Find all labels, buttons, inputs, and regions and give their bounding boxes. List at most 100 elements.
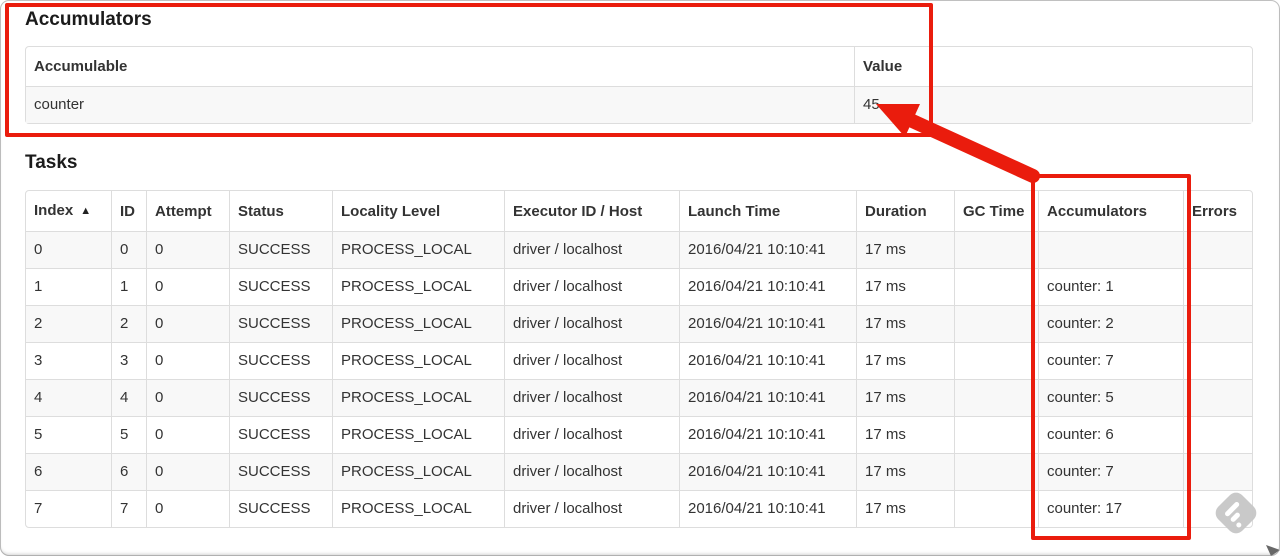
table-cell: driver / localhost [504,490,679,527]
table-cell: 4 [26,379,111,416]
table-cell: driver / localhost [504,268,679,305]
column-header-label: Executor ID / Host [513,202,643,220]
accumulators-header-row: Accumulable Value [26,47,1252,86]
table-cell: 2016/04/21 10:10:41 [679,490,856,527]
table-cell: 2016/04/21 10:10:41 [679,268,856,305]
column-header-label: Locality Level [341,202,441,220]
table-cell: driver / localhost [504,305,679,342]
table-cell: PROCESS_LOCAL [332,231,504,268]
cursor-arrow [1266,545,1280,556]
table-cell: 1 [111,268,146,305]
table-cell [954,305,1038,342]
table-cell [954,379,1038,416]
table-cell [954,342,1038,379]
table-row: 6 6 0 SUCCESS PROCESS_LOCAL driver / localhos… [26,453,1252,490]
column-header-accumulators[interactable]: Accumulators [1038,191,1183,231]
table-cell: driver / localhost [504,453,679,490]
table-cell: PROCESS_LOCAL [332,416,504,453]
table-cell: SUCCESS [229,453,332,490]
table-cell: driver / localhost [504,379,679,416]
tasks-section-heading: Tasks [25,152,78,173]
table-cell: SUCCESS [229,231,332,268]
table-cell: counter: 17 [1038,490,1183,527]
table-cell: SUCCESS [229,305,332,342]
column-header-label: Accumulators [1047,202,1148,220]
column-header-id[interactable]: ID [111,191,146,231]
column-header-gc-time[interactable]: GC Time [954,191,1038,231]
table-cell: 2016/04/21 10:10:41 [679,231,856,268]
table-cell: driver / localhost [504,342,679,379]
table-row: 1 1 0 SUCCESS PROCESS_LOCAL driver / localhos… [26,268,1252,305]
table-cell [1183,342,1252,379]
table-cell: SUCCESS [229,490,332,527]
table-row: 7 7 0 SUCCESS PROCESS_LOCAL driver / localhos… [26,490,1252,527]
column-header-attempt[interactable]: Attempt [146,191,229,231]
table-cell: PROCESS_LOCAL [332,379,504,416]
table-cell: 4 [111,379,146,416]
table-cell: 7 [111,490,146,527]
table-cell: SUCCESS [229,379,332,416]
table-cell: counter [26,86,854,123]
table-cell: 2016/04/21 10:10:41 [679,453,856,490]
table-cell: driver / localhost [504,231,679,268]
column-header-label: GC Time [963,202,1025,220]
table-cell: 0 [146,379,229,416]
column-header-label: Status [238,202,284,220]
table-row: 3 3 0 SUCCESS PROCESS_LOCAL driver / localhos… [26,342,1252,379]
table-cell: 0 [146,453,229,490]
table-cell: 3 [111,342,146,379]
table-cell: SUCCESS [229,416,332,453]
table-cell: PROCESS_LOCAL [332,453,504,490]
column-header-value[interactable]: Value [854,47,1252,86]
column-header-label: Errors [1192,202,1238,220]
table-cell: 6 [26,453,111,490]
table-row: 4 4 0 SUCCESS PROCESS_LOCAL driver / localhos… [26,379,1252,416]
table-cell [1183,231,1252,268]
column-header-locality-level[interactable]: Locality Level [332,191,504,231]
accumulators-section-heading: Accumulators [25,9,152,30]
column-header-label: Value [863,58,903,75]
table-cell: 17 ms [856,231,954,268]
column-header-errors[interactable]: Errors [1183,191,1252,231]
table-row: 2 2 0 SUCCESS PROCESS_LOCAL driver / localhos… [26,305,1252,342]
column-header-launch-time[interactable]: Launch Time [679,191,856,231]
table-cell: 17 ms [856,342,954,379]
table-cell: counter: 6 [1038,416,1183,453]
table-cell: 17 ms [856,453,954,490]
table-cell: PROCESS_LOCAL [332,490,504,527]
table-cell [1183,305,1252,342]
column-header-label: Accumulable [34,58,128,75]
accumulators-table: Accumulable Value counter 45 [25,46,1253,124]
table-cell: 3 [26,342,111,379]
column-header-label: ID [120,202,135,220]
table-cell: PROCESS_LOCAL [332,268,504,305]
table-cell [954,416,1038,453]
table-cell: counter: 2 [1038,305,1183,342]
column-header-status[interactable]: Status [229,191,332,231]
table-cell: 17 ms [856,305,954,342]
page-content: Accumulators Accumulable Value counter 45 … [25,0,1253,528]
column-header-accumulable[interactable]: Accumulable [26,47,854,86]
table-cell: 0 [146,305,229,342]
table-cell [954,453,1038,490]
column-header-label: Index [34,202,74,219]
table-cell: 17 ms [856,416,954,453]
table-cell: 7 [26,490,111,527]
table-row: 0 0 0 SUCCESS PROCESS_LOCAL driver / localhos… [26,231,1252,268]
column-header-executor-id-host[interactable]: Executor ID / Host [504,191,679,231]
table-cell: 0 [111,231,146,268]
table-cell: 6 [111,453,146,490]
column-header-index[interactable]: Index ▲ [26,191,111,231]
table-cell: 0 [146,231,229,268]
sort-ascending-icon: ▲ [80,205,92,217]
table-cell: PROCESS_LOCAL [332,342,504,379]
table-cell: 17 ms [856,490,954,527]
table-cell: 2 [26,305,111,342]
table-cell [954,268,1038,305]
column-header-duration[interactable]: Duration [856,191,954,231]
table-cell [1183,268,1252,305]
table-cell: 17 ms [856,379,954,416]
table-cell: counter: 7 [1038,453,1183,490]
table-cell: 0 [146,342,229,379]
table-cell: 1 [26,268,111,305]
